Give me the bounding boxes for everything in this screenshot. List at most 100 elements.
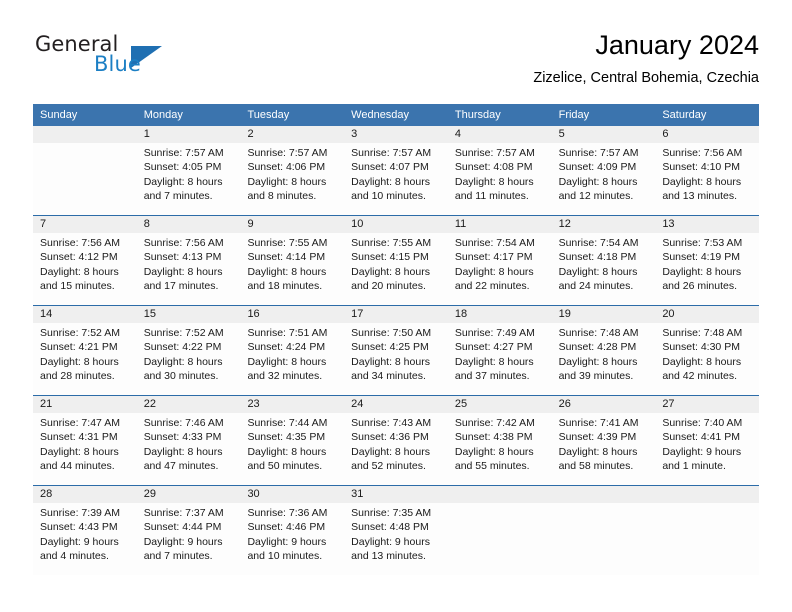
day-number: 27	[655, 396, 760, 413]
sunset-text: Sunset: 4:41 PM	[662, 431, 740, 444]
day-cell[interactable]: 12 Sunrise: 7:54 AM Sunset: 4:18 PM Dayl…	[551, 216, 656, 305]
day-details: Sunrise: 7:54 AM Sunset: 4:18 PM Dayligh…	[552, 233, 656, 294]
day-cell[interactable]: 27 Sunrise: 7:40 AM Sunset: 4:41 PM Dayl…	[655, 396, 760, 485]
day-details: Sunrise: 7:43 AM Sunset: 4:36 PM Dayligh…	[344, 413, 448, 474]
calendar-week-row: 21 Sunrise: 7:47 AM Sunset: 4:31 PM Dayl…	[33, 395, 760, 485]
day-cell[interactable]: 21 Sunrise: 7:47 AM Sunset: 4:31 PM Dayl…	[33, 396, 137, 485]
day-details: Sunrise: 7:56 AM Sunset: 4:10 PM Dayligh…	[655, 143, 759, 204]
day-cell[interactable]: 5 Sunrise: 7:57 AM Sunset: 4:09 PM Dayli…	[551, 126, 656, 215]
sunset-text: Sunset: 4:39 PM	[558, 431, 637, 444]
day-details: Sunrise: 7:57 AM Sunset: 4:06 PM Dayligh…	[240, 143, 344, 204]
sunrise-text: Sunrise: 7:36 AM	[247, 507, 328, 519]
day-cell[interactable]: 2 Sunrise: 7:57 AM Sunset: 4:06 PM Dayli…	[240, 126, 345, 215]
sunset-text: Sunset: 4:46 PM	[247, 521, 326, 534]
day-cell[interactable]: 31 Sunrise: 7:35 AM Sunset: 4:48 PM Dayl…	[344, 486, 448, 575]
day-cell[interactable]: 6 Sunrise: 7:56 AM Sunset: 4:10 PM Dayli…	[655, 126, 760, 215]
day-cell[interactable]: 24 Sunrise: 7:43 AM Sunset: 4:36 PM Dayl…	[344, 396, 448, 485]
generalblue-logo[interactable]: General Blue	[33, 32, 233, 88]
sunset-text: Sunset: 4:36 PM	[351, 431, 429, 444]
day-cell[interactable]: 4 Sunrise: 7:57 AM Sunset: 4:08 PM Dayli…	[447, 126, 552, 215]
sunset-text: Sunset: 4:30 PM	[662, 341, 740, 354]
sunrise-text: Sunrise: 7:40 AM	[662, 417, 743, 429]
sunset-text: Sunset: 4:08 PM	[454, 161, 533, 174]
daylight-text-cont: and 50 minutes.	[247, 460, 323, 473]
day-number: 21	[33, 396, 137, 413]
day-cell[interactable]	[447, 486, 552, 575]
sunset-text: Sunset: 4:24 PM	[247, 341, 326, 354]
day-cell[interactable]: 9 Sunrise: 7:55 AM Sunset: 4:14 PM Dayli…	[240, 216, 345, 305]
daylight-text: Daylight: 8 hours	[351, 355, 430, 368]
sunset-text: Sunset: 4:12 PM	[40, 251, 118, 264]
daylight-text-cont: and 7 minutes.	[143, 190, 213, 203]
day-details: Sunrise: 7:37 AM Sunset: 4:44 PM Dayligh…	[137, 503, 241, 564]
location-subtitle: Zizelice, Central Bohemia, Czechia	[533, 70, 759, 86]
daylight-text-cont: and 15 minutes.	[40, 280, 115, 293]
sunrise-text: Sunrise: 7:41 AM	[558, 417, 639, 429]
day-number: 15	[136, 306, 241, 323]
day-details: Sunrise: 7:40 AM Sunset: 4:41 PM Dayligh…	[655, 413, 759, 474]
day-details: Sunrise: 7:56 AM Sunset: 4:12 PM Dayligh…	[33, 233, 137, 294]
sunrise-text: Sunrise: 7:57 AM	[454, 147, 535, 159]
daylight-text: Daylight: 8 hours	[662, 355, 742, 368]
sunset-text: Sunset: 4:06 PM	[247, 161, 326, 174]
daylight-text-cont: and 44 minutes.	[40, 460, 115, 473]
day-cell[interactable]: 10 Sunrise: 7:55 AM Sunset: 4:15 PM Dayl…	[344, 216, 448, 305]
daylight-text-cont: and 28 minutes.	[40, 370, 115, 383]
day-details: Sunrise: 7:55 AM Sunset: 4:14 PM Dayligh…	[240, 233, 344, 294]
day-number: 30	[240, 486, 345, 503]
day-cell[interactable]: 17 Sunrise: 7:50 AM Sunset: 4:25 PM Dayl…	[344, 306, 448, 395]
day-cell[interactable]: 20 Sunrise: 7:48 AM Sunset: 4:30 PM Dayl…	[655, 306, 760, 395]
day-cell[interactable]	[33, 126, 137, 215]
daylight-text-cont: and 4 minutes.	[40, 550, 109, 563]
daylight-text: Daylight: 8 hours	[558, 175, 638, 188]
day-cell[interactable]	[551, 486, 656, 575]
day-number: 19	[551, 306, 656, 323]
day-cell[interactable]: 15 Sunrise: 7:52 AM Sunset: 4:22 PM Dayl…	[136, 306, 241, 395]
day-number: 12	[551, 216, 656, 233]
day-cell[interactable]: 28 Sunrise: 7:39 AM Sunset: 4:43 PM Dayl…	[33, 486, 137, 575]
day-cell[interactable]: 14 Sunrise: 7:52 AM Sunset: 4:21 PM Dayl…	[33, 306, 137, 395]
daylight-text-cont: and 22 minutes.	[454, 280, 530, 293]
day-cell[interactable]: 7 Sunrise: 7:56 AM Sunset: 4:12 PM Dayli…	[33, 216, 137, 305]
daylight-text-cont: and 13 minutes.	[351, 550, 426, 563]
day-cell[interactable]: 13 Sunrise: 7:53 AM Sunset: 4:19 PM Dayl…	[655, 216, 760, 305]
day-number: 13	[655, 216, 760, 233]
day-number	[447, 486, 552, 503]
daylight-text-cont: and 10 minutes.	[247, 550, 323, 563]
day-cell[interactable]: 1 Sunrise: 7:57 AM Sunset: 4:05 PM Dayli…	[136, 126, 241, 215]
day-number: 31	[344, 486, 448, 503]
weekday-header-tuesday: Tuesday	[247, 109, 290, 121]
day-cell[interactable]: 3 Sunrise: 7:57 AM Sunset: 4:07 PM Dayli…	[344, 126, 448, 215]
day-cell[interactable]: 26 Sunrise: 7:41 AM Sunset: 4:39 PM Dayl…	[551, 396, 656, 485]
day-number	[655, 486, 760, 503]
day-number: 16	[240, 306, 345, 323]
day-cell[interactable]: 11 Sunrise: 7:54 AM Sunset: 4:17 PM Dayl…	[447, 216, 552, 305]
day-cell[interactable]: 23 Sunrise: 7:44 AM Sunset: 4:35 PM Dayl…	[240, 396, 345, 485]
day-details: Sunrise: 7:51 AM Sunset: 4:24 PM Dayligh…	[240, 323, 344, 384]
day-cell[interactable]: 25 Sunrise: 7:42 AM Sunset: 4:38 PM Dayl…	[447, 396, 552, 485]
day-details: Sunrise: 7:47 AM Sunset: 4:31 PM Dayligh…	[33, 413, 137, 474]
calendar-week-row: 14 Sunrise: 7:52 AM Sunset: 4:21 PM Dayl…	[33, 305, 760, 395]
sunset-text: Sunset: 4:18 PM	[558, 251, 637, 264]
day-number: 7	[33, 216, 137, 233]
day-cell[interactable]: 18 Sunrise: 7:49 AM Sunset: 4:27 PM Dayl…	[447, 306, 552, 395]
day-cell[interactable]: 29 Sunrise: 7:37 AM Sunset: 4:44 PM Dayl…	[136, 486, 241, 575]
sunset-text: Sunset: 4:48 PM	[351, 521, 429, 534]
day-cell[interactable]: 16 Sunrise: 7:51 AM Sunset: 4:24 PM Dayl…	[240, 306, 345, 395]
daylight-text-cont: and 34 minutes.	[351, 370, 426, 383]
calendar-page: General Blue January 2024 Zizelice, Cent…	[0, 0, 792, 612]
day-cell[interactable]: 30 Sunrise: 7:36 AM Sunset: 4:46 PM Dayl…	[240, 486, 345, 575]
day-cell[interactable]: 8 Sunrise: 7:56 AM Sunset: 4:13 PM Dayli…	[136, 216, 241, 305]
day-cell[interactable]: 19 Sunrise: 7:48 AM Sunset: 4:28 PM Dayl…	[551, 306, 656, 395]
sunset-text: Sunset: 4:33 PM	[143, 431, 222, 444]
daylight-text-cont: and 12 minutes.	[558, 190, 634, 203]
day-details	[448, 503, 552, 506]
daylight-text-cont: and 1 minute.	[662, 460, 726, 473]
day-details: Sunrise: 7:57 AM Sunset: 4:07 PM Dayligh…	[344, 143, 448, 204]
sunrise-text: Sunrise: 7:53 AM	[662, 237, 743, 249]
day-details: Sunrise: 7:52 AM Sunset: 4:21 PM Dayligh…	[33, 323, 137, 384]
day-cell[interactable]	[655, 486, 760, 575]
day-number: 26	[551, 396, 656, 413]
day-cell[interactable]: 22 Sunrise: 7:46 AM Sunset: 4:33 PM Dayl…	[136, 396, 241, 485]
day-details: Sunrise: 7:55 AM Sunset: 4:15 PM Dayligh…	[344, 233, 448, 294]
